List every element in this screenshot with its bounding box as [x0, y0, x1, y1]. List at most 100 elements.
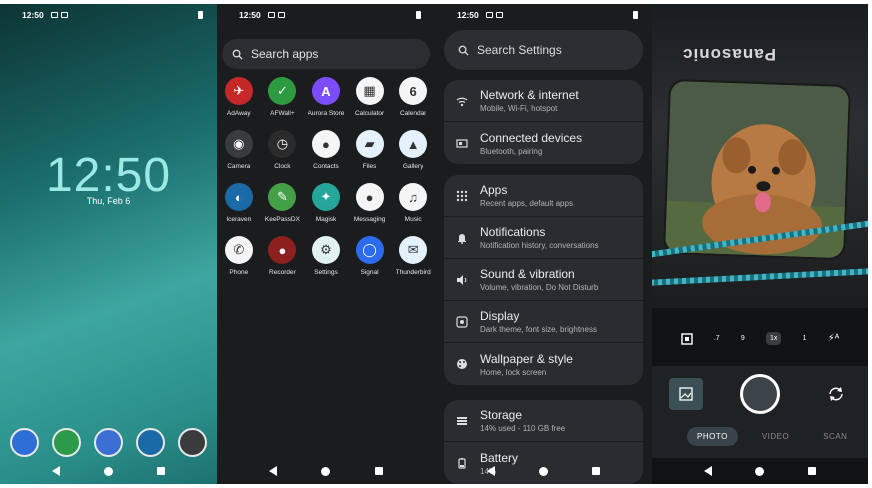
- settings-item-storage[interactable]: Storage 14% used - 110 GB free: [444, 400, 643, 442]
- calculator-icon: ▦: [355, 77, 384, 105]
- app-camera[interactable]: ◉ Camera: [217, 130, 261, 170]
- messaging-icon[interactable]: [52, 428, 81, 457]
- phone-icon: ✆: [224, 236, 253, 264]
- notification-icon: [277, 12, 285, 18]
- app-afwall-[interactable]: ✓ AFWall+: [261, 77, 305, 117]
- flash-auto-icon[interactable]: ⚡ᴬ: [828, 333, 840, 344]
- home-icon[interactable]: [321, 466, 331, 476]
- settings-item-wallpaper-style[interactable]: Wallpaper & style Home, lock screen: [444, 343, 643, 385]
- app-contacts[interactable]: ● Contacts: [304, 130, 348, 170]
- home-icon[interactable]: [755, 466, 765, 476]
- app-signal[interactable]: ◯ Signal: [348, 236, 392, 276]
- search-apps-input[interactable]: Search apps: [222, 39, 430, 69]
- camera-controls: .7 9 1x 1 ⚡ᴬ: [652, 332, 868, 345]
- iceraven-icon: ◐: [224, 183, 253, 211]
- zoom-level[interactable]: .7: [714, 335, 720, 342]
- app-iceraven[interactable]: ◐ Iceraven: [217, 183, 261, 223]
- phone-icon[interactable]: [10, 428, 39, 457]
- aspect-ratio-icon[interactable]: [680, 332, 693, 345]
- settings-item-sound-vibration[interactable]: Sound & vibration Volume, vibration, Do N…: [444, 259, 643, 301]
- app-settings[interactable]: ⚙ Settings: [304, 236, 348, 276]
- settings-item-display[interactable]: Display Dark theme, font size, brightness: [444, 301, 643, 343]
- search-settings-input[interactable]: Search Settings: [444, 30, 643, 70]
- app-label: Recorder: [269, 269, 296, 276]
- home-date[interactable]: Thu, Feb 6: [0, 196, 217, 206]
- thunderbird-icon: ✉: [399, 236, 428, 264]
- app-thunderbird[interactable]: ✉ Thunderbird: [391, 236, 435, 276]
- back-icon[interactable]: [487, 466, 495, 476]
- dock: [10, 428, 207, 457]
- settings-group: Apps Recent apps, default apps Notificatio…: [444, 175, 643, 385]
- app-files[interactable]: ▰ Files: [348, 130, 392, 170]
- app-phone[interactable]: ✆ Phone: [217, 236, 261, 276]
- back-icon[interactable]: [269, 466, 278, 476]
- settings-item-text: Sound & vibration Volume, vibration, Do N…: [480, 267, 598, 292]
- magisk-icon: ✦: [311, 183, 340, 211]
- settings-item-apps[interactable]: Apps Recent apps, default apps: [444, 175, 643, 217]
- contacts-icon[interactable]: [94, 428, 123, 457]
- settings-item-title: Storage: [480, 408, 523, 422]
- app-messaging[interactable]: ● Messaging: [348, 183, 392, 223]
- iceraven-icon[interactable]: [136, 428, 165, 457]
- app-aurora-store[interactable]: A Aurora Store: [304, 77, 348, 117]
- recents-icon[interactable]: [157, 467, 165, 475]
- app-label: Thunderbird: [395, 269, 431, 276]
- image-icon: [679, 387, 693, 401]
- zoom-level[interactable]: 1: [803, 335, 807, 342]
- aurora-store-icon: A: [311, 77, 340, 105]
- mode-tab-video[interactable]: VIDEO: [752, 427, 799, 446]
- switch-camera-icon[interactable]: [826, 384, 846, 404]
- settings-icon: ⚙: [311, 236, 340, 264]
- app-clock[interactable]: ◷ Clock: [261, 130, 305, 170]
- speaker-icon: [457, 274, 467, 285]
- app-calendar[interactable]: 6 Calendar: [391, 77, 435, 117]
- settings-item-text: Wallpaper & style Home, lock screen: [480, 352, 573, 377]
- back-icon[interactable]: [52, 466, 60, 476]
- shutter-button[interactable]: [740, 374, 780, 414]
- settings-item-connected-devices[interactable]: Connected devices Bluetooth, pairing: [444, 122, 643, 164]
- recorder-icon: ●: [268, 236, 297, 264]
- settings-item-summary: Recent apps, default apps: [480, 199, 573, 208]
- app-music[interactable]: ♫ Music: [391, 183, 435, 223]
- app-keepassdx[interactable]: ✎ KeePassDX: [261, 183, 305, 223]
- zoom-level[interactable]: 9: [741, 335, 745, 342]
- notification-icon: [50, 12, 58, 18]
- recents-icon[interactable]: [808, 467, 817, 475]
- camera-viewfinder[interactable]: Panasonic: [652, 4, 868, 308]
- signal-icon: ◯: [355, 236, 384, 264]
- app-magisk[interactable]: ✦ Magisk: [304, 183, 348, 223]
- camera-icon[interactable]: [178, 428, 207, 457]
- settings-item-network-internet[interactable]: Network & internet Mobile, Wi-Fi, hotspot: [444, 80, 643, 122]
- keepassdx-icon: ✎: [268, 183, 297, 211]
- zoom-level-active[interactable]: 1x: [766, 332, 782, 345]
- home-icon[interactable]: [539, 466, 548, 476]
- app-gallery[interactable]: ▲ Gallery: [391, 130, 435, 170]
- settings-item-text: Apps Recent apps, default apps: [480, 183, 573, 208]
- clock-icon: ◷: [268, 130, 297, 158]
- mode-tab-photo[interactable]: PHOTO: [687, 427, 738, 446]
- settings-item-text: Connected devices Bluetooth, pairing: [480, 131, 582, 156]
- contacts-icon: ●: [311, 130, 340, 158]
- app-calculator[interactable]: ▦ Calculator: [348, 77, 392, 117]
- search-icon: [458, 45, 469, 56]
- status-time: 12:50: [457, 10, 479, 20]
- app-recorder[interactable]: ● Recorder: [261, 236, 305, 276]
- app-label: AFWall+: [270, 110, 295, 117]
- recents-icon[interactable]: [374, 467, 383, 475]
- gallery-thumbnail-button[interactable]: [669, 378, 703, 410]
- notification-icon: [60, 12, 68, 18]
- settings-item-summary: Dark theme, font size, brightness: [480, 325, 597, 334]
- app-adaway[interactable]: ✈ AdAway: [217, 77, 261, 117]
- back-icon[interactable]: [703, 466, 712, 476]
- home-clock[interactable]: 12:50: [0, 148, 217, 203]
- settings-item-title: Apps: [480, 183, 508, 197]
- app-label: KeePassDX: [264, 216, 300, 223]
- storage-icon: [457, 416, 467, 425]
- settings-item-notifications[interactable]: Notifications Notification history, conve…: [444, 217, 643, 259]
- recents-icon[interactable]: [592, 467, 600, 475]
- status-time: 12:50: [22, 10, 44, 20]
- home-icon[interactable]: [104, 466, 113, 476]
- palette-icon: [457, 359, 467, 369]
- cable-decoration: [652, 267, 868, 287]
- mode-tab-scan[interactable]: SCAN: [813, 427, 857, 446]
